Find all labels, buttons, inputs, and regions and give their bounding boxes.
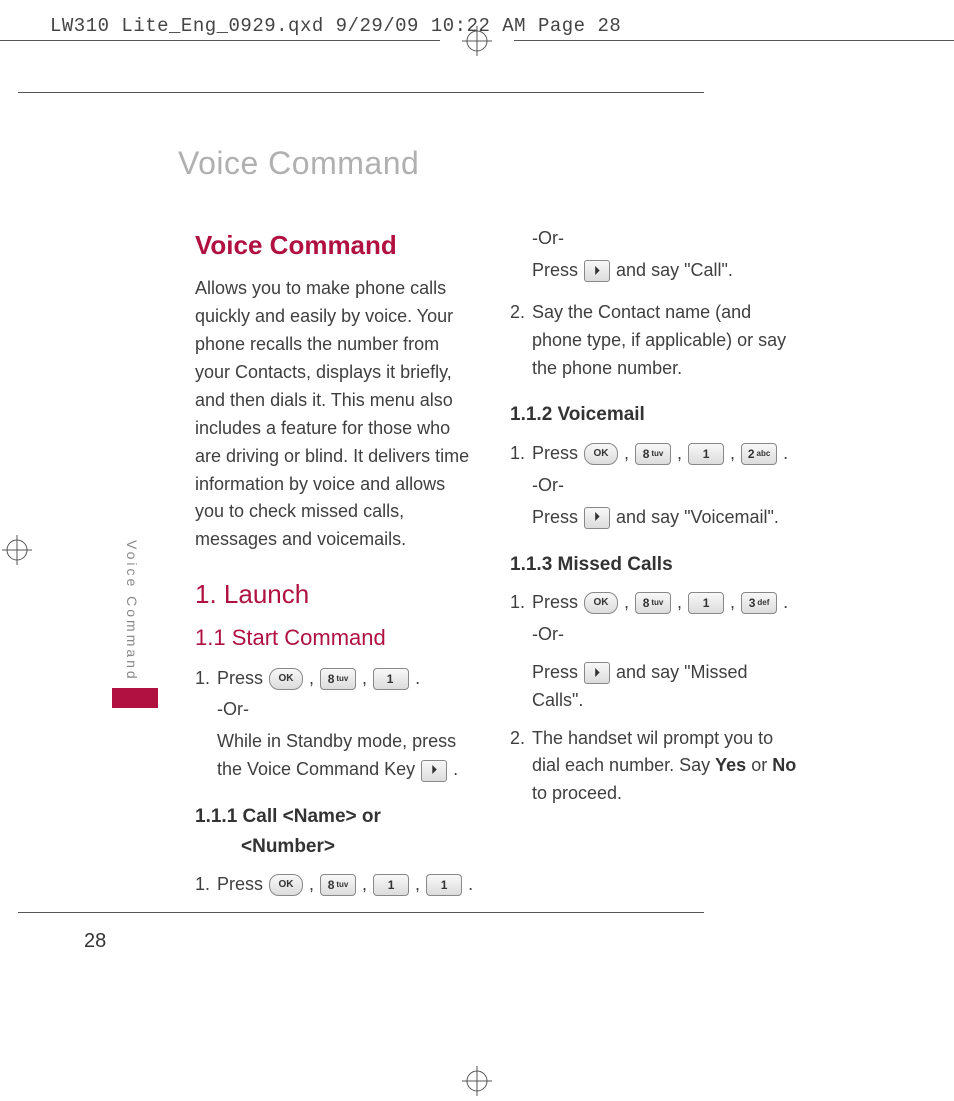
crop-mark-left: [2, 535, 32, 565]
page-number: 28: [84, 930, 106, 953]
key-2-icon: 2abc: [741, 443, 777, 465]
side-tab: Voice Command: [124, 540, 146, 708]
period: .: [783, 592, 788, 612]
step-num: 2.: [510, 299, 532, 383]
key-1-icon: 1: [373, 874, 409, 896]
period: .: [783, 443, 788, 463]
missed-step-2: 2. The handset wil prompt you to dial ea…: [510, 725, 800, 809]
ok-key-icon: OK: [269, 874, 303, 896]
key-8-icon: 8tuv: [320, 668, 356, 690]
press-label: Press: [532, 260, 583, 280]
key-1-icon: 1: [373, 668, 409, 690]
voicemail-step-1: 1. Press OK , 8tuv , 1 , 2abc . -Or- Pre…: [510, 440, 800, 532]
call-name-heading: 1.1.1 Call <Name> or <Number>: [195, 802, 475, 861]
say-voicemail: and say "Voicemail".: [616, 507, 779, 527]
proceed-text: to proceed.: [532, 783, 622, 803]
voice-key-icon: ⏵: [421, 760, 447, 782]
step-num: 1.: [195, 871, 217, 899]
ok-key-icon: OK: [269, 668, 303, 690]
voicemail-heading: 1.1.2 Voicemail: [510, 400, 800, 429]
missed-calls-heading: 1.1.3 Missed Calls: [510, 550, 800, 579]
missed-step-1: 1. Press OK , 8tuv , 1 , 3def . -Or- Pre…: [510, 589, 800, 715]
or-label: -Or-: [532, 472, 800, 500]
section-heading: Voice Command: [195, 225, 475, 265]
rule-bottom: [18, 912, 704, 913]
or-label: -Or-: [532, 225, 800, 253]
step-111-1: 1. Press OK , 8tuv , 1 , 1 .: [195, 871, 475, 899]
press-label: Press: [217, 874, 268, 894]
or-text: or: [751, 755, 772, 775]
key-8-icon: 8tuv: [320, 874, 356, 896]
voice-key-icon: ⏵: [584, 260, 610, 282]
key-1-icon: 1: [688, 443, 724, 465]
press-label: Press: [217, 668, 268, 688]
step-num: 2.: [510, 725, 532, 809]
right-column: -Or- Press ⏵ and say "Call". 2. Say the …: [510, 225, 800, 812]
step-num: 1.: [510, 440, 532, 532]
voice-key-icon: ⏵: [584, 662, 610, 684]
step-1: 1. Press OK , 8tuv , 1 . -Or- While in S…: [195, 665, 475, 785]
press-label: Press: [532, 662, 583, 682]
key-8-icon: 8tuv: [635, 592, 671, 614]
key-1-icon: 1: [688, 592, 724, 614]
step-num: 1.: [510, 589, 532, 715]
key-8-icon: 8tuv: [635, 443, 671, 465]
or-label: -Or-: [217, 696, 475, 724]
step-num: 1.: [195, 665, 217, 785]
ok-key-icon: OK: [584, 592, 618, 614]
key-3-icon: 3def: [741, 592, 777, 614]
print-header: LW310 Lite_Eng_0929.qxd 9/29/09 10:22 AM…: [50, 15, 621, 37]
rule-top: [18, 92, 704, 93]
ok-key-icon: OK: [584, 443, 618, 465]
voice-key-icon: ⏵: [584, 507, 610, 529]
intro-text: Allows you to make phone calls quickly a…: [195, 275, 475, 554]
press-label: Press: [532, 443, 583, 463]
side-tab-label: Voice Command: [124, 540, 140, 688]
step-body: Say the Contact name (and phone type, if…: [532, 299, 800, 383]
side-tab-bar: [112, 688, 158, 708]
crop-mark-bottom: [462, 1066, 492, 1096]
start-command-heading: 1.1 Start Command: [195, 621, 475, 655]
press-label: Press: [532, 592, 583, 612]
step-2: 2. Say the Contact name (and phone type,…: [510, 299, 800, 383]
page-title: Voice Command: [178, 145, 419, 182]
launch-heading: 1. Launch: [195, 574, 475, 614]
crop-mark-top: [462, 26, 492, 56]
period: .: [453, 759, 458, 779]
period: .: [468, 874, 473, 894]
yes-label: Yes: [715, 755, 746, 775]
period: .: [415, 668, 420, 688]
press-label: Press: [532, 507, 583, 527]
no-label: No: [772, 755, 796, 775]
left-column: Voice Command Allows you to make phone c…: [195, 225, 475, 903]
or-label: -Or-: [532, 621, 800, 649]
say-call: and say "Call".: [616, 260, 733, 280]
key-1-icon: 1: [426, 874, 462, 896]
